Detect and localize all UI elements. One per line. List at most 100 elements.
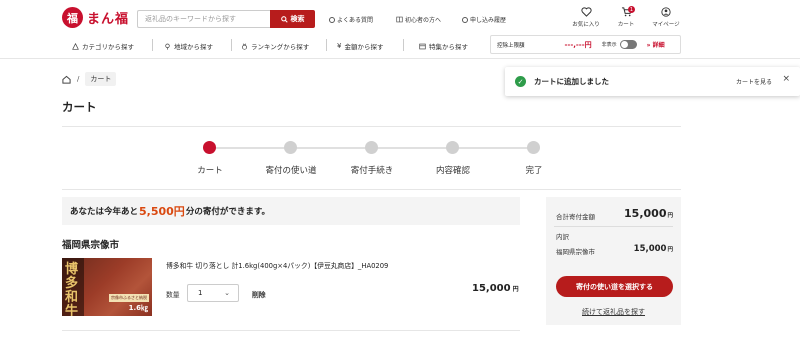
nav-category-label: カテゴリから探す	[82, 43, 134, 51]
nav-amount[interactable]: ¥ 金額から探す	[337, 41, 383, 51]
nav-feature[interactable]: 特集から探す	[419, 41, 468, 51]
category-icon	[72, 42, 79, 50]
nav-ranking-label: ランキングから探す	[251, 43, 310, 51]
delete-button[interactable]: 削除	[252, 289, 266, 299]
step-dot-confirm	[446, 141, 459, 154]
quantity-label: 数量	[166, 291, 180, 299]
step-label-procedure: 寄付手続き	[350, 166, 394, 176]
question-icon	[329, 16, 335, 23]
item-price-value: 15,000	[472, 283, 511, 294]
limit-value: ---,---円	[564, 40, 592, 49]
step-label-cart: カート	[197, 166, 223, 176]
medal-icon	[242, 42, 247, 50]
total-unit: 円	[667, 213, 673, 219]
nav-divider	[231, 39, 232, 51]
municipality-heading: 福岡県宗像市	[62, 240, 120, 251]
history-link[interactable]: 申し込み履歴	[462, 15, 506, 24]
beginners-link[interactable]: 初心者の方へ	[396, 15, 441, 24]
nav-amount-label: 金額から探す	[344, 43, 384, 51]
toggle-label: 非表示	[601, 42, 617, 48]
view-cart-link[interactable]: カートを見る	[736, 77, 772, 86]
item-price: 15,000 円	[472, 283, 519, 294]
faq-link-label: よくある質問	[337, 17, 374, 24]
limit-detail-link[interactable]: » 詳細	[647, 40, 665, 49]
mypage-label: マイページ	[652, 22, 680, 28]
deduction-limit-box: 控除上限額 ---,---円 非表示 » 詳細	[490, 35, 681, 54]
favorites-label: お気に入り	[572, 22, 600, 28]
site-logo[interactable]: 福 まん福	[62, 7, 129, 28]
cart-added-toast: ✓ カートに追加しました カートを見る ×	[505, 67, 800, 96]
toast-message: カートに追加しました	[534, 77, 609, 86]
faq-link[interactable]: よくある質問	[329, 15, 373, 24]
remaining-donation-notice: あなたは今年あと 5,500円 分の寄付ができます。	[62, 197, 520, 225]
breakdown-value: 15,000	[633, 244, 667, 254]
notice-prefix: あなたは今年あと	[70, 207, 139, 217]
chevron-down-icon: ⌄	[224, 289, 230, 297]
favorites-button[interactable]: お気に入り	[570, 7, 602, 28]
product-name-link[interactable]: 博多和牛 切り落とし 計1.6kg(400g×4パック)【伊豆丸商店】_HA02…	[166, 260, 388, 270]
search-icon	[280, 15, 288, 23]
breadcrumb: / カート	[62, 72, 117, 86]
total-value: 15,000	[624, 207, 667, 220]
notice-amount: 5,500円	[139, 205, 185, 218]
nav-feature-label: 特集から探す	[429, 43, 468, 51]
total-label: 合計寄付金額	[556, 213, 595, 221]
check-icon: ✓	[515, 76, 526, 87]
divider	[554, 226, 673, 227]
nav-divider	[152, 39, 153, 51]
step-label-done: 完了	[525, 166, 543, 176]
nav-divider	[403, 39, 404, 51]
thumbnail-weight: 1.6㎏	[128, 304, 148, 312]
total-amount: 15,000円	[624, 207, 673, 220]
feature-icon	[419, 43, 426, 49]
hide-toggle[interactable]	[619, 40, 637, 49]
nav-region[interactable]: 地域から探す	[164, 41, 213, 51]
breakdown-amount: 15,000円	[634, 244, 673, 254]
book-icon	[396, 16, 403, 23]
mypage-button[interactable]: マイページ	[650, 7, 682, 28]
step-label-confirm: 内容確認	[435, 166, 470, 176]
product-thumbnail[interactable]: 博多和牛 宗像市ふるさと納税 1.6㎏	[62, 258, 152, 316]
yen-icon: ¥	[337, 42, 342, 50]
nav-divider	[326, 39, 327, 51]
thumbnail-tag: 宗像市ふるさと納税	[109, 294, 149, 302]
breadcrumb-separator: /	[77, 75, 80, 83]
search-button-label: 検索	[290, 15, 305, 23]
home-icon[interactable]	[62, 75, 71, 84]
step-dot-cart	[203, 141, 216, 154]
history-link-label: 申し込み履歴	[470, 17, 507, 24]
quantity-value: 1	[198, 289, 203, 297]
step-dot-usage	[284, 141, 297, 154]
user-icon	[661, 7, 671, 17]
step-dot-procedure	[365, 141, 378, 154]
search-button[interactable]: 検索	[270, 10, 315, 28]
nav-category[interactable]: カテゴリから探す	[72, 41, 134, 51]
breakdown-unit: 円	[667, 247, 673, 253]
pin-icon	[165, 43, 170, 50]
page-title: カート	[62, 100, 97, 114]
logo-text: まん福	[87, 12, 130, 27]
quantity-select[interactable]: 1 ⌄	[187, 284, 239, 302]
continue-shopping-link[interactable]: 続けて返礼品を探す	[546, 307, 681, 317]
divider	[62, 126, 681, 127]
limit-label: 控除上限額	[497, 42, 525, 49]
summary-panel: 合計寄付金額 15,000円 内訳 福岡県宗像市 15,000円 寄付の使い道を…	[546, 197, 681, 325]
nav-region-label: 地域から探す	[174, 43, 213, 51]
step-label-usage: 寄付の使い道	[265, 166, 317, 176]
item-price-unit: 円	[512, 286, 519, 293]
cart-button[interactable]: 1 カート	[610, 6, 642, 28]
breakdown-muni: 福岡県宗像市	[556, 248, 595, 256]
heart-icon	[580, 7, 592, 17]
select-usage-button[interactable]: 寄付の使い道を選択する	[556, 276, 673, 297]
step-dot-done	[527, 141, 540, 154]
search-input[interactable]	[137, 10, 270, 28]
close-icon[interactable]: ×	[782, 74, 790, 84]
divider	[62, 330, 520, 331]
notice-suffix: 分の寄付ができます。	[185, 207, 270, 217]
breadcrumb-current: カート	[85, 72, 117, 86]
site-header: 福 まん福 検索 よくある質問 初心者の方へ 申し込み履歴 お気に入り 1 カー…	[0, 0, 800, 59]
beginners-link-label: 初心者の方へ	[405, 17, 442, 24]
logo-badge: 福	[62, 7, 83, 28]
nav-ranking[interactable]: ランキングから探す	[241, 41, 309, 51]
divider	[62, 189, 681, 190]
